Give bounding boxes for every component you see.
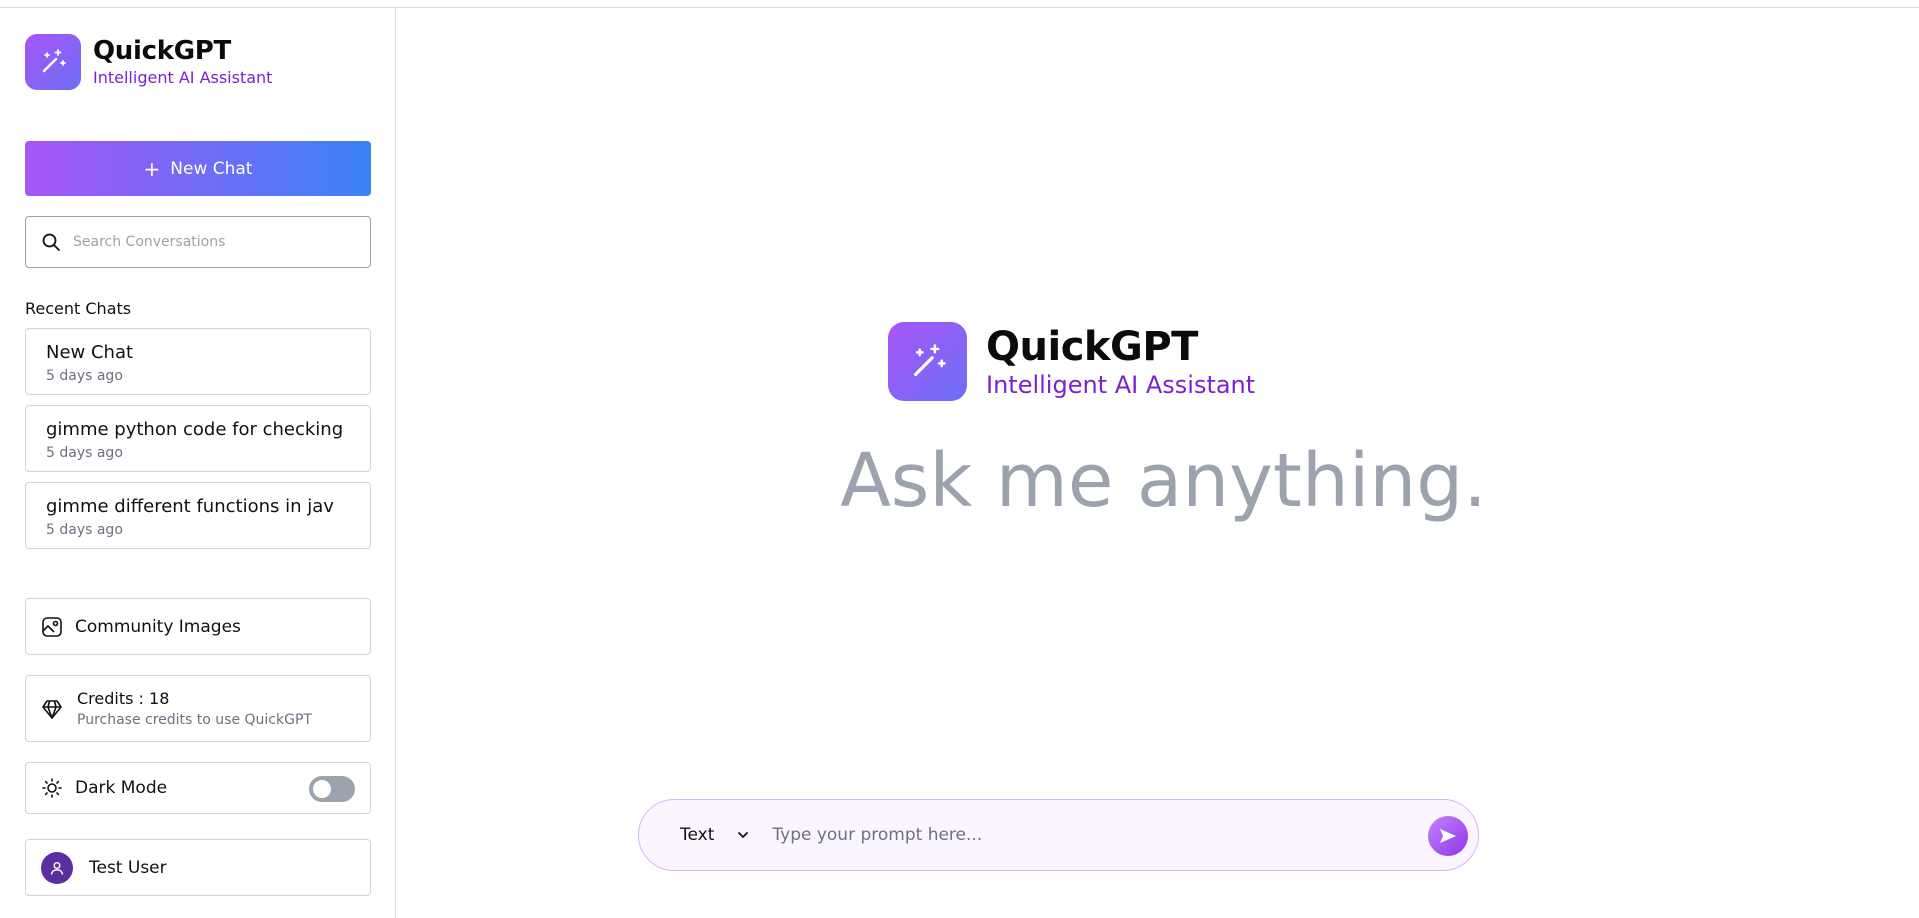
chat-title: gimme python code for checking g <box>46 419 350 440</box>
chevron-down-icon <box>738 832 749 838</box>
recent-chats-heading: Recent Chats <box>25 299 132 318</box>
community-images-label: Community Images <box>75 616 241 637</box>
send-button[interactable] <box>1428 816 1468 856</box>
community-images-button[interactable]: Community Images <box>25 598 371 655</box>
sidebar: QuickGPT Intelligent AI Assistant + New … <box>0 8 396 918</box>
chat-list-item[interactable]: gimme different functions in jav 5 days … <box>25 482 371 549</box>
chat-list-item[interactable]: New Chat 5 days ago <box>25 328 371 395</box>
mode-select[interactable]: Text <box>680 825 750 845</box>
sidebar-brand: QuickGPT Intelligent AI Assistant <box>25 34 272 90</box>
image-icon <box>41 616 63 638</box>
send-icon <box>1440 829 1456 843</box>
hero-title: QuickGPT <box>986 323 1198 370</box>
magic-wand-icon <box>42 49 66 73</box>
credits-label: Credits : 18 <box>77 688 170 708</box>
avatar <box>41 851 73 884</box>
chat-title: gimme different functions in jav <box>46 496 334 517</box>
hero-logo <box>888 322 967 401</box>
chat-list-item[interactable]: gimme python code for checking g 5 days … <box>25 405 371 472</box>
search-box <box>25 216 371 268</box>
chat-time: 5 days ago <box>46 522 123 538</box>
chat-time: 5 days ago <box>46 445 123 461</box>
chat-title: New Chat <box>46 342 134 363</box>
dark-mode-toggle[interactable] <box>309 776 355 802</box>
chat-time: 5 days ago <box>46 368 123 384</box>
headline: Ask me anything. <box>840 438 1487 524</box>
app-title: QuickGPT <box>93 36 231 66</box>
new-chat-button[interactable]: + New Chat <box>25 141 371 196</box>
dark-mode-label: Dark Mode <box>75 778 168 798</box>
search-icon <box>42 233 60 251</box>
new-chat-label: New Chat <box>170 158 253 179</box>
credits-panel[interactable]: Credits : 18 Purchase credits to use Qui… <box>25 675 371 742</box>
search-input[interactable] <box>73 234 353 250</box>
sun-icon <box>41 777 63 799</box>
credits-subtext: Purchase credits to use QuickGPT <box>77 711 312 728</box>
toggle-knob <box>313 780 331 798</box>
user-profile-button[interactable]: Test User <box>25 839 371 896</box>
app-subtitle: Intelligent AI Assistant <box>93 68 273 87</box>
prompt-input[interactable] <box>772 825 1393 845</box>
mode-selected-value: Text <box>680 825 715 845</box>
magic-wand-icon <box>913 343 946 376</box>
hero-subtitle: Intelligent AI Assistant <box>986 370 1256 399</box>
user-icon <box>50 861 64 875</box>
dark-mode-row: Dark Mode <box>25 762 371 814</box>
user-name: Test User <box>89 857 167 878</box>
plus-icon: + <box>143 156 161 181</box>
app-logo <box>25 34 81 90</box>
hero-brand: QuickGPT Intelligent AI Assistant <box>888 322 1255 401</box>
diamond-icon <box>41 698 63 720</box>
prompt-bar: Text <box>638 799 1479 871</box>
